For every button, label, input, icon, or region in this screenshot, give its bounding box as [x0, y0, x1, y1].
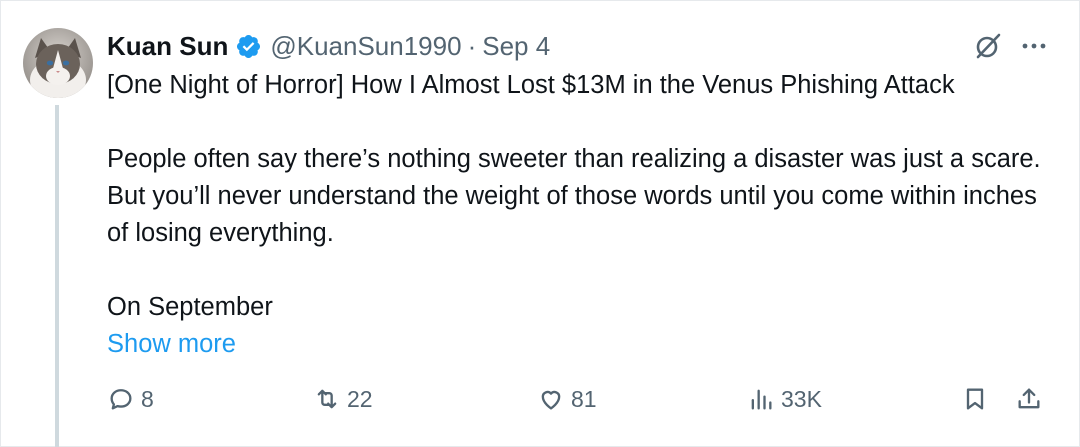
post-date[interactable]: Sep 4: [482, 31, 550, 62]
repost-count: 22: [347, 385, 373, 412]
top-right-icons: [973, 31, 1049, 61]
reply-button[interactable]: 8: [107, 379, 154, 419]
author-handle[interactable]: @KuanSun1990: [270, 31, 461, 62]
action-bar: 8 22 81 33K: [107, 379, 1047, 419]
like-count: 81: [571, 385, 597, 412]
author-name[interactable]: Kuan Sun: [107, 31, 228, 62]
bookmark-icon: [961, 385, 989, 413]
like-button[interactable]: 81: [537, 379, 597, 419]
tweet-paragraph: People often say there’s nothing sweeter…: [107, 145, 1041, 247]
bookmark-button[interactable]: [961, 379, 989, 419]
views-button[interactable]: 33K: [747, 379, 822, 419]
grok-icon[interactable]: [973, 31, 1003, 61]
repost-button[interactable]: 22: [313, 379, 373, 419]
cat-avatar-image: [23, 28, 93, 98]
avatar[interactable]: [23, 28, 93, 98]
reply-count: 8: [141, 385, 154, 412]
separator-dot: ·: [467, 30, 477, 61]
tweet-paragraph-truncated: On September: [107, 293, 273, 321]
more-icon[interactable]: [1019, 31, 1049, 61]
verified-badge-icon[interactable]: [235, 33, 262, 60]
repost-icon: [313, 385, 341, 413]
reply-icon: [107, 385, 135, 413]
views-icon: [747, 385, 775, 413]
views-count: 33K: [781, 385, 822, 412]
show-more-link[interactable]: Show more: [107, 326, 236, 363]
thread-line: [55, 105, 59, 447]
share-icon: [1015, 385, 1043, 413]
tweet-card[interactable]: Kuan Sun @KuanSun1990 · Sep 4 [One Night…: [0, 0, 1080, 447]
share-button[interactable]: [1015, 379, 1043, 419]
tweet-body: [One Night of Horror] How I Almost Lost …: [107, 67, 1057, 363]
like-icon: [537, 385, 565, 413]
tweet-title-line: [One Night of Horror] How I Almost Lost …: [107, 71, 955, 99]
tweet-header: Kuan Sun @KuanSun1990 · Sep 4: [107, 29, 550, 63]
